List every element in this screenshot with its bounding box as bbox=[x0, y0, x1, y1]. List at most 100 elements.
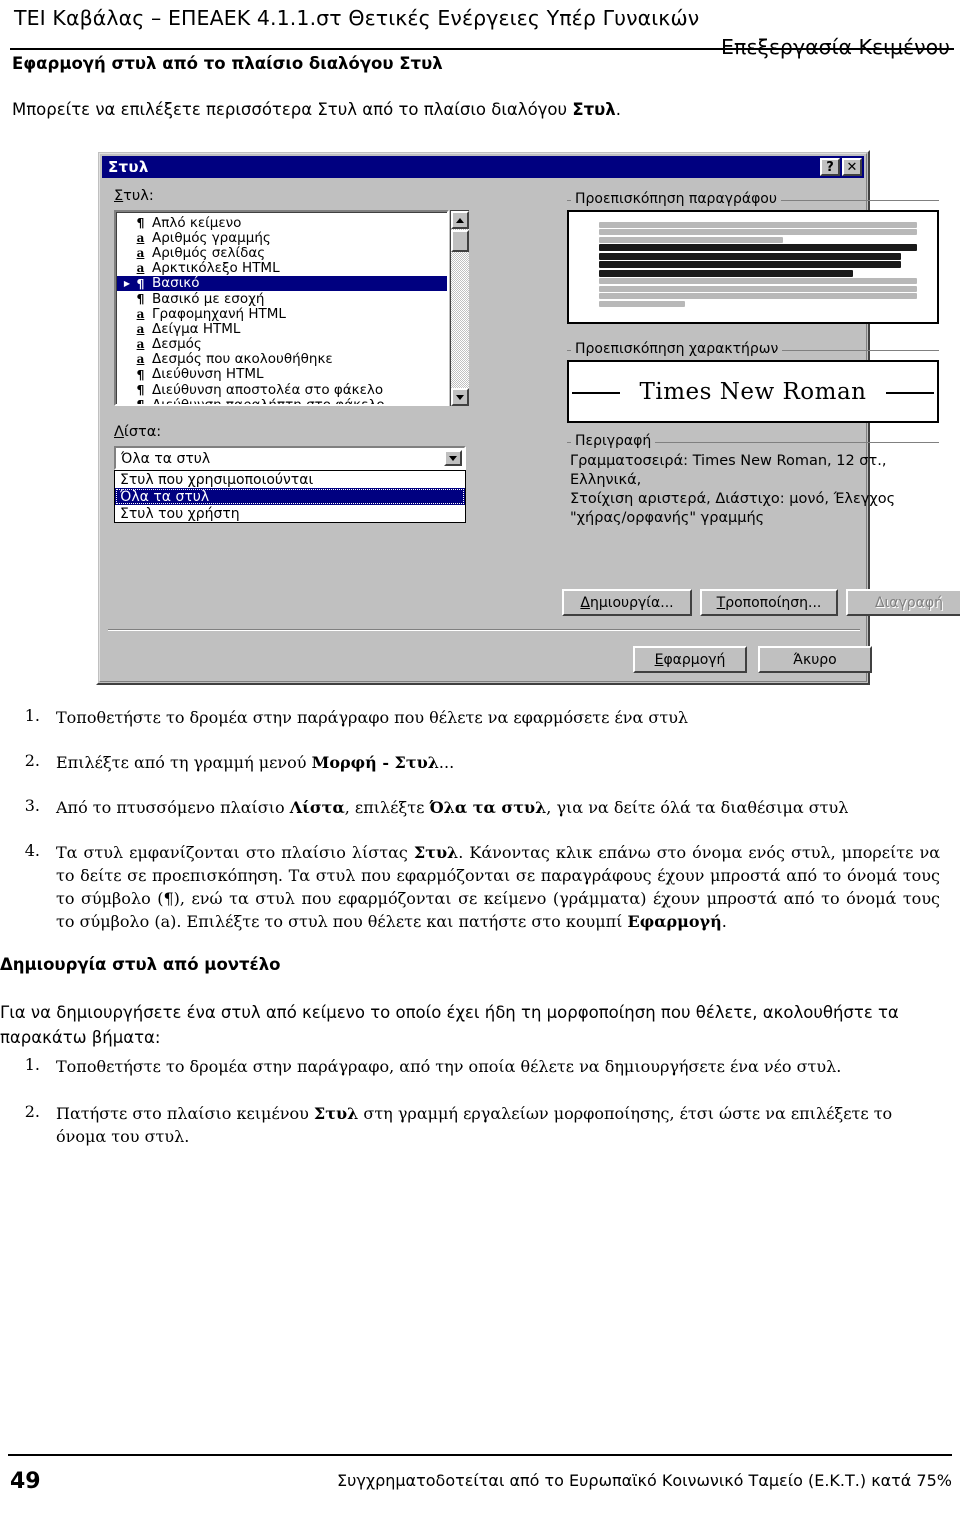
styles-listbox[interactable]: ¶ Απλό κείμενο a Αριθμός γραμμής a Αριθμός σε… bbox=[114, 210, 449, 406]
new-style-button[interactable]: Δημιουργία... bbox=[562, 589, 692, 616]
step-text-post: , για να δείτε όλά τα διαθέσιμα στυλ bbox=[546, 798, 849, 817]
step-text-pre: Πατήστε στο πλαίσιο κειμένου bbox=[56, 1104, 314, 1123]
description-legend: Περιγραφή bbox=[571, 433, 656, 449]
dialog-titlebar[interactable]: Στυλ ? ✕ bbox=[102, 156, 864, 178]
list-filter-dropdown[interactable]: Στυλ που χρησιμοποιούνται Όλα τα στυλ Στυλ… bbox=[114, 470, 466, 523]
char-preview-font-name: Times New Roman bbox=[639, 378, 867, 405]
step4-bold-apply: Εφαρμογή bbox=[627, 912, 722, 931]
help-icon[interactable]: ? bbox=[820, 158, 840, 176]
selection-arrow-icon: ▶ bbox=[123, 278, 131, 288]
styles-list-item-label: Αριθμός σελίδας bbox=[152, 244, 266, 261]
list-item: 2. Πατήστε στο πλαίσιο κειμένου Στυλ στη… bbox=[0, 1102, 940, 1148]
styles-list-item[interactable]: a Δεσμός bbox=[117, 336, 447, 353]
list-filter-value: Όλα τα στυλ bbox=[121, 451, 211, 467]
character-style-icon: a bbox=[136, 321, 145, 336]
delete-style-button[interactable]: Διαγραφή bbox=[846, 589, 960, 616]
step-text: Επιλέξτε από τη γραμμή μενού Μορφή - Στυ… bbox=[56, 751, 926, 774]
styles-list-item-label: Αρκτικόλεξο HTML bbox=[152, 260, 280, 277]
styles-list-item-label: Δείγμα HTML bbox=[152, 320, 241, 337]
styles-list-item[interactable]: ¶ Διεύθυνση παραλήπτη στο φάκελο bbox=[117, 397, 447, 406]
list-filter-label-rest: ίστα: bbox=[123, 424, 162, 440]
list-filter-option[interactable]: Στυλ που χρησιμοποιούνται bbox=[115, 471, 465, 488]
greeked-text-bottom bbox=[599, 278, 917, 307]
header-divider bbox=[10, 48, 954, 50]
list-item: 3. Από το πτυσσόμενο πλαίσιο Λίστα, επιλ… bbox=[0, 796, 940, 819]
list-filter-combo[interactable]: Όλα τα στυλ bbox=[114, 446, 466, 470]
step4-bold-styl: Στυλ bbox=[413, 843, 459, 862]
styles-list-item[interactable]: ¶ Διεύθυνση αποστολέα στο φάκελο bbox=[117, 382, 447, 398]
section-title: Εφαρμογή στυλ από το πλαίσιο διαλόγου Στ… bbox=[12, 54, 443, 73]
scroll-up-icon[interactable] bbox=[451, 211, 469, 229]
step-text-bold-1: Λίστα bbox=[289, 798, 345, 817]
scrollbar-thumb[interactable] bbox=[451, 230, 469, 252]
styles-list-item-label: Βασικό με εσοχή bbox=[152, 290, 265, 307]
styles-dialog: Στυλ ? ✕ Στυλ: ¶ Απλό κείμενο a Αριθμός γρα… bbox=[96, 150, 960, 685]
styles-list-item[interactable]: a Αριθμός γραμμής bbox=[117, 230, 447, 246]
step-text: Τοποθετήστε το δρομέα στην παράγραφο που… bbox=[56, 708, 689, 727]
styles-list-item-label: Διεύθυνση HTML bbox=[152, 366, 264, 383]
styles-list-item-label: Απλό κείμενο bbox=[152, 214, 242, 231]
styles-list-item[interactable]: a Αριθμός σελίδας bbox=[117, 244, 447, 261]
pilcrow-icon: ¶ bbox=[136, 382, 145, 398]
step-number: 1. bbox=[24, 1055, 40, 1074]
step-text: Τοποθετήστε το δρομέα στην παράγραφο, απ… bbox=[56, 1057, 842, 1076]
list-filter-option[interactable]: Στυλ του χρήστη bbox=[115, 505, 465, 522]
subsection-title: Δημιουργία στυλ από μοντέλο bbox=[0, 955, 281, 974]
styles-list-scrollbar[interactable] bbox=[450, 210, 469, 406]
delete-style-label: Διαγραφή bbox=[874, 594, 944, 611]
character-style-icon: a bbox=[136, 306, 145, 321]
step-text-bold: Μορφή - Στυλ bbox=[311, 753, 439, 772]
dialog-title: Στυλ bbox=[108, 158, 149, 176]
character-preview: Times New Roman bbox=[567, 360, 939, 423]
styles-list-item[interactable]: ¶ Διεύθυνση HTML bbox=[117, 366, 447, 383]
paragraph-preview bbox=[567, 210, 939, 324]
titlebar-buttons: ? ✕ bbox=[820, 158, 862, 176]
apply-button[interactable]: Εφαρμογή bbox=[633, 646, 747, 673]
pilcrow-icon: ¶ bbox=[136, 366, 145, 382]
cancel-button[interactable]: Άκυρο bbox=[758, 646, 872, 673]
chevron-down-icon[interactable] bbox=[444, 450, 462, 466]
step-text: Από το πτυσσόμενο πλαίσιο Λίστα, επιλέξτ… bbox=[56, 796, 936, 819]
header-course-title: ΤΕΙ Καβάλας – ΕΠΕΑΕΚ 4.1.1.στ Θετικές Εν… bbox=[14, 6, 700, 30]
description-line-2: Στοίχιση αριστερά, Διάστιχο: μονό, Έλεγχ… bbox=[570, 491, 896, 507]
styles-list-item-label: Γραφομηχανή HTML bbox=[152, 305, 286, 322]
section-intro: Μπορείτε να επιλέξετε περισσότερα Στυλ α… bbox=[12, 100, 621, 119]
greeked-text-highlight bbox=[599, 244, 917, 277]
styles-list-item[interactable]: a Γραφομηχανή HTML bbox=[117, 305, 447, 322]
step-text: Πατήστε στο πλαίσιο κειμένου Στυλ στη γρ… bbox=[56, 1102, 940, 1148]
styles-list-items[interactable]: ¶ Απλό κείμενο a Αριθμός γραμμής a Αριθμός σε… bbox=[116, 212, 447, 404]
description-group: Περιγραφή bbox=[567, 433, 939, 449]
styles-list-item[interactable]: a Δεσμός που ακολουθήθηκε bbox=[117, 351, 447, 368]
styles-list-item[interactable]: ¶ Απλό κείμενο bbox=[117, 214, 447, 231]
description-line-3: "χήρας/ορφανής" γραμμής bbox=[570, 510, 765, 526]
step-text-bold-2: Όλα τα στυλ bbox=[429, 798, 547, 817]
steps-list-1: 1. Τοποθετήστε το δρομέα στην παράγραφο … bbox=[0, 706, 940, 933]
character-style-icon: a bbox=[136, 337, 145, 352]
step-text-bold: Στυλ bbox=[313, 1104, 359, 1123]
step-text-mid: , επιλέξτε bbox=[344, 798, 430, 817]
description-body: Γραμματοσειρά: Times New Roman, 12 στ., … bbox=[570, 452, 950, 528]
styles-list-item-label: Δεσμός που ακολουθήθηκε bbox=[152, 351, 333, 368]
step4-part-1: Τα στυλ εμφανίζονται στο πλαίσιο λίστας bbox=[56, 843, 414, 862]
styles-list-item[interactable]: a Δείγμα HTML bbox=[117, 320, 447, 337]
styles-list-item[interactable]: a Αρκτικόλεξο HTML bbox=[117, 260, 447, 277]
list-filter-option[interactable]: Όλα τα στυλ bbox=[115, 488, 465, 505]
char-preview-rule-right bbox=[886, 391, 934, 394]
step-number: 2. bbox=[24, 1102, 40, 1121]
styles-list-item[interactable]: ¶ Βασικό με εσοχή bbox=[117, 290, 447, 307]
character-style-icon: a bbox=[136, 245, 145, 260]
footer-funding-text: Συγχρηματοδοτείται από το Ευρωπαϊκό Κοιν… bbox=[337, 1471, 952, 1490]
step-number: 4. bbox=[24, 841, 40, 860]
para-preview-legend: Προεπισκόπηση παραγράφου bbox=[571, 191, 781, 207]
greeked-text-top bbox=[599, 221, 917, 243]
scroll-down-icon[interactable] bbox=[451, 388, 469, 406]
page-header: ΤΕΙ Καβάλας – ΕΠΕΑΕΚ 4.1.1.στ Θετικές Εν… bbox=[14, 6, 950, 59]
close-icon[interactable]: ✕ bbox=[842, 158, 862, 176]
pilcrow-icon: ¶ bbox=[136, 397, 145, 406]
styles-list-item[interactable]: ▶ ¶ Βασικό bbox=[117, 275, 447, 292]
styles-list-item-label: Βασικό bbox=[152, 275, 200, 292]
button-separator bbox=[108, 629, 860, 631]
styles-list-item-label: Δεσμός bbox=[152, 336, 202, 353]
pilcrow-icon: ¶ bbox=[136, 291, 145, 307]
modify-style-button[interactable]: Τροποποίηση... bbox=[700, 589, 838, 616]
